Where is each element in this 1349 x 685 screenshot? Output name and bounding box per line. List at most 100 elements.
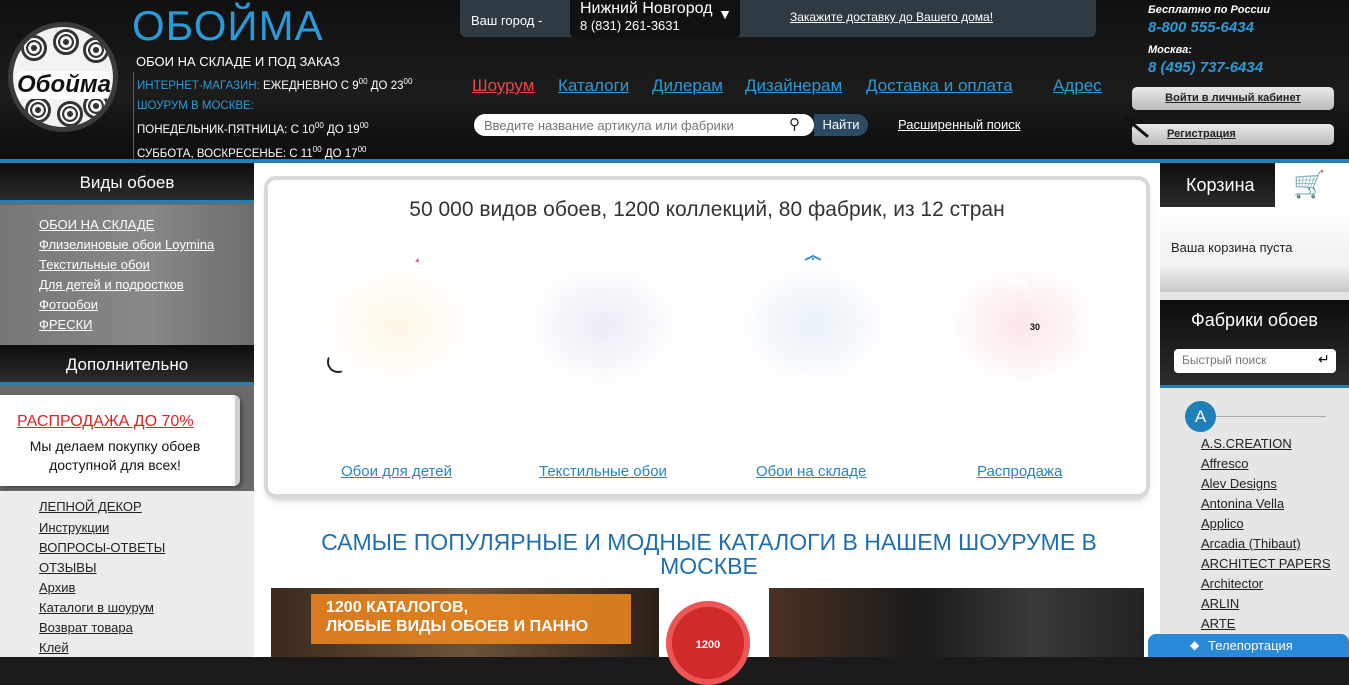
factories-title: Фабрики обоев xyxy=(1191,310,1318,330)
extra-item[interactable]: Инструкции xyxy=(39,520,109,535)
extra-list: ЛЕПНОЙ ДЕКОР Инструкции ВОПРОСЫ-ОТВЕТЫ О… xyxy=(0,491,254,657)
city-name: Нижний Новгород xyxy=(580,0,713,17)
factory-link[interactable]: Applico xyxy=(1201,516,1244,531)
quick-search-box: ↵ xyxy=(1174,349,1336,373)
showroom-photo[interactable] xyxy=(769,588,1144,657)
moscow-label: Москва: xyxy=(1148,44,1192,56)
factory-link[interactable]: Architector xyxy=(1201,576,1263,591)
teleport-widget[interactable]: ◆ Телепортация xyxy=(1148,634,1349,657)
nav-dealers[interactable]: Дилерам xyxy=(652,76,723,96)
quick-search-input[interactable] xyxy=(1182,353,1312,367)
sup: 00 xyxy=(357,144,367,154)
types-item[interactable]: Для детей и подростков xyxy=(39,277,184,292)
sup: 00 xyxy=(403,77,413,86)
brand-name[interactable]: ОБОЙМА xyxy=(132,2,324,50)
catalog-banner[interactable]: 1200 КАТАЛОГОВ, ЛЮБЫЕ ВИДЫ ОБОЕВ И ПАННО xyxy=(271,588,659,657)
sup: 00 xyxy=(359,120,369,130)
factory-link[interactable]: ARTE xyxy=(1201,616,1235,631)
search-icon[interactable]: ⚲ xyxy=(789,115,800,133)
city-select[interactable]: Нижний Новгород 8 (831) 261-3631 ▼ xyxy=(570,0,740,37)
extra-item[interactable]: ЛЕПНОЙ ДЕКОР xyxy=(39,499,142,514)
factory-link[interactable]: Alev Designs xyxy=(1201,476,1277,491)
categories-panel: 50 000 видов обоев, 1200 коллекций, 80 ф… xyxy=(268,180,1146,494)
banner-line: ЛЮБЫЕ ВИДЫ ОБОЕВ И ПАННО xyxy=(326,618,589,635)
factory-link[interactable]: A.S.CREATION xyxy=(1201,436,1292,451)
factory-link[interactable]: Arcadia (Thibaut) xyxy=(1201,536,1301,551)
category-label-stock[interactable]: Обои на складе xyxy=(756,463,866,480)
types-item[interactable]: ФРЕСКИ xyxy=(39,317,93,332)
delivery-link[interactable]: Закажите доставку до Вашего дома! xyxy=(790,10,993,24)
weekday-hours-to: ДО 19 xyxy=(323,123,360,136)
swirl-icon xyxy=(21,35,47,61)
advanced-search-link[interactable]: Расширенный поиск xyxy=(898,117,1020,132)
glow xyxy=(523,260,683,390)
nav-delivery[interactable]: Доставка и оплата xyxy=(866,76,1013,96)
city-phone: 8 (831) 261-3631 xyxy=(580,18,680,33)
badge-number: 1200 xyxy=(695,639,721,651)
working-hours: ИНТЕРНЕТ-МАГАЗИН: ЕЖЕДНЕВНО С 900 ДО 230… xyxy=(133,72,413,164)
cart-title: Корзина xyxy=(1186,175,1255,195)
glow xyxy=(318,260,478,390)
moscow-phone[interactable]: 8 (495) 737-6434 xyxy=(1148,59,1263,76)
types-item[interactable]: Текстильные обои xyxy=(39,257,150,272)
types-item[interactable]: Флизелиновые обои Loymina xyxy=(39,237,214,252)
extra-item[interactable]: ОТЗЫВЫ xyxy=(39,560,96,575)
extra-item[interactable]: Каталоги в шоурум xyxy=(39,600,154,615)
factories-header: Фабрики обоев ↵ xyxy=(1160,300,1349,388)
factory-link[interactable]: ARLIN xyxy=(1201,596,1239,611)
extra-item[interactable]: Архив xyxy=(39,580,75,595)
swirl-icon xyxy=(53,29,79,55)
types-item[interactable]: ОБОИ НА СКЛАДЕ xyxy=(39,217,154,232)
extra-item[interactable]: Возврат товара xyxy=(39,620,133,635)
free-call-label: Бесплатно по России xyxy=(1148,4,1271,16)
sale-text-line: Мы делаем покупку обоев xyxy=(29,438,201,454)
right-sidebar: Корзина 🛒 Ваша корзина пуста Фабрики обо… xyxy=(1160,163,1349,657)
nav-designers[interactable]: Дизайнерам xyxy=(745,76,842,96)
nav-catalogs[interactable]: Каталоги xyxy=(558,76,629,96)
letter-badge[interactable]: A xyxy=(1185,401,1216,432)
extra-item[interactable]: Клей xyxy=(39,640,69,655)
types-item[interactable]: Фотообои xyxy=(39,297,98,312)
logo[interactable]: Обойма xyxy=(8,22,118,132)
banner-badge: 1200 xyxy=(666,601,750,685)
glow xyxy=(733,260,893,390)
login-button[interactable]: Войти в личный кабинет xyxy=(1132,87,1334,110)
weekday-hours: ПОНЕДЕЛЬНИК-ПЯТНИЦА: С 10 xyxy=(137,123,315,136)
swirl-icon xyxy=(57,101,83,127)
dropdown-arrow-icon: ▼ xyxy=(718,6,732,22)
extra-item[interactable]: ВОПРОСЫ-ОТВЕТЫ xyxy=(39,540,165,555)
sale-title[interactable]: РАСПРОДАЖА ДО 70% xyxy=(17,413,194,431)
discount-badge: 50% xyxy=(1007,279,1028,290)
factory-link[interactable]: Antonina Vella xyxy=(1201,496,1284,511)
city-bar: Ваш город - Нижний Новгород 8 (831) 261-… xyxy=(460,0,1096,37)
category-stock[interactable] xyxy=(713,250,913,400)
factory-link[interactable]: ARCHITECT PAPERS xyxy=(1201,556,1331,571)
category-textile[interactable] xyxy=(503,250,703,400)
showroom-label: ШОУРУМ В МОСКВЕ: xyxy=(137,99,254,112)
sale-promo[interactable]: РАСПРОДАЖА ДО 70% Мы делаем покупку обое… xyxy=(0,395,240,486)
nav-address[interactable]: Адрес xyxy=(1053,76,1102,96)
sale-text: Мы делаем покупку обоев доступной для вс… xyxy=(0,437,230,475)
enter-arrow-icon[interactable]: ↵ xyxy=(1318,351,1330,368)
discount-badge: 30 xyxy=(1029,322,1040,332)
category-label-sale[interactable]: Распродажа xyxy=(977,463,1062,480)
nav-showroom[interactable]: Шоурум xyxy=(472,76,534,96)
register-button[interactable]: Регистрация xyxy=(1132,124,1334,145)
cart-header[interactable]: Корзина 🛒 xyxy=(1160,163,1349,207)
weekend-hours-to: ДО 17 xyxy=(321,147,358,160)
swirl-icon xyxy=(83,37,109,63)
weekend-hours: СУББОТА, ВОСКРЕСЕНЬЕ: С 11 xyxy=(137,147,313,160)
site-header: Обойма ОБОЙМА ОБОИ НА СКЛАДЕ И ПОД ЗАКАЗ… xyxy=(0,0,1349,164)
search-input[interactable] xyxy=(484,118,784,133)
category-label-kids[interactable]: Обои для детей xyxy=(341,463,452,480)
category-label-textile[interactable]: Текстильные обои xyxy=(539,463,667,480)
factory-link[interactable]: Affresco xyxy=(1201,456,1248,471)
cart-image: 🛒 xyxy=(1275,163,1349,207)
extra-heading: Дополнительно xyxy=(0,345,254,385)
category-sale[interactable]: 50% 30 xyxy=(923,250,1123,400)
free-phone[interactable]: 8-800 555-6434 xyxy=(1148,19,1254,36)
divider xyxy=(1216,416,1326,417)
teleport-label: Телепортация xyxy=(1208,638,1293,653)
category-kids[interactable] xyxy=(298,250,498,400)
search-button[interactable]: Найти xyxy=(814,114,868,136)
